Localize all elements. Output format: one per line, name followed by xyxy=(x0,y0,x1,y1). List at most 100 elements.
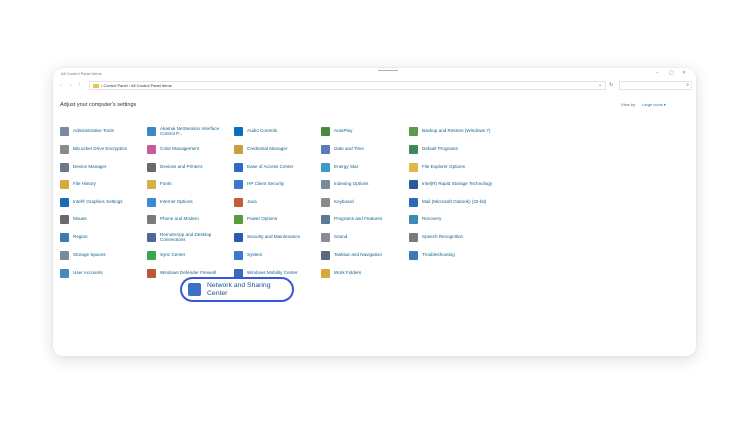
users-icon xyxy=(60,268,69,278)
credential-icon xyxy=(234,144,243,154)
control-panel-item[interactable]: Device Manager xyxy=(60,160,144,174)
search-icon[interactable]: ⌕ xyxy=(686,82,689,89)
close-button[interactable]: ✕ xyxy=(682,70,686,77)
control-panel-item[interactable]: Speech Recognition xyxy=(409,230,493,244)
control-panel-item[interactable]: Color Management xyxy=(147,142,231,156)
control-panel-item[interactable]: System xyxy=(234,248,318,262)
control-panel-item[interactable]: Sync Center xyxy=(147,248,231,262)
control-panel-item[interactable]: Programs and Features xyxy=(321,212,405,226)
item-label: User Accounts xyxy=(73,270,103,276)
view-by-label: View by: xyxy=(621,102,637,107)
control-panel-item[interactable]: BitLocker Drive Encryption xyxy=(60,142,144,156)
control-panel-item[interactable]: Java xyxy=(234,195,318,209)
item-label: File Explorer Options xyxy=(422,164,465,170)
recovery-icon xyxy=(409,214,418,224)
item-label: Administrative Tools xyxy=(73,128,114,134)
default-programs-icon xyxy=(409,144,418,154)
control-panel-item[interactable]: Power Options xyxy=(234,212,318,226)
item-label: Audio Controls xyxy=(247,128,278,134)
control-panel-item[interactable]: RemoteApp and Desktop Connections xyxy=(147,230,231,244)
intel-graphics-icon xyxy=(60,197,69,207)
item-label: Device Manager xyxy=(73,164,107,170)
network-sharing-center-item[interactable]: Network and Sharing Center xyxy=(180,277,294,302)
control-panel-item[interactable]: Mouse xyxy=(60,212,144,226)
control-panel-icon xyxy=(93,83,99,88)
control-panel-item[interactable]: File History xyxy=(60,177,144,191)
address-dropdown-button[interactable]: ⌄ xyxy=(598,81,602,89)
address-toolbar: ← → ↑ › Control Panel › All Control Pane… xyxy=(53,80,696,90)
item-label: Akamai NetSession Interface Control P... xyxy=(160,125,220,136)
control-panel-item[interactable]: Troubleshooting xyxy=(409,248,493,262)
view-by-dropdown[interactable]: Large icons ▾ xyxy=(642,102,666,107)
system-icon xyxy=(234,250,243,260)
firewall-icon xyxy=(147,268,156,278)
tools-icon xyxy=(60,126,69,136)
control-panel-item[interactable]: Backup and Restore (Windows 7) xyxy=(409,124,493,138)
sync-icon xyxy=(147,250,156,260)
control-panel-item[interactable]: Fonts xyxy=(147,177,231,191)
control-panel-item[interactable]: Devices and Printers xyxy=(147,160,231,174)
keyboard-icon xyxy=(321,197,330,207)
control-panel-item[interactable]: Akamai NetSession Interface Control P... xyxy=(147,124,231,138)
clock-icon xyxy=(321,144,330,154)
control-panel-item[interactable]: Ease of Access Center xyxy=(234,160,318,174)
item-label: System xyxy=(247,252,263,258)
microphone-icon xyxy=(409,232,418,242)
control-panel-item[interactable]: Audio Controls xyxy=(234,124,318,138)
control-panel-item[interactable]: Region xyxy=(60,230,144,244)
control-panel-item[interactable]: Taskbar and Navigation xyxy=(321,248,405,262)
troubleshoot-icon xyxy=(409,250,418,260)
control-panel-item[interactable]: Energy Star xyxy=(321,160,405,174)
control-panel-item[interactable]: Recovery xyxy=(409,212,493,226)
item-label: Internet Options xyxy=(160,199,193,205)
window-title: All Control Panel Items xyxy=(61,71,102,76)
control-panel-item[interactable]: Sound xyxy=(321,230,405,244)
item-label: AutoPlay xyxy=(334,128,353,134)
forward-button[interactable]: → xyxy=(68,81,73,89)
sound-icon xyxy=(321,232,330,242)
back-button[interactable]: ← xyxy=(59,81,64,89)
control-panel-item[interactable]: Phone and Modem xyxy=(147,212,231,226)
control-panel-item[interactable]: Indexing Options xyxy=(321,177,405,191)
fonts-icon xyxy=(147,179,156,189)
control-panel-item[interactable]: Security and Maintenance xyxy=(234,230,318,244)
item-label: Troubleshooting xyxy=(422,252,455,258)
hp-icon xyxy=(234,126,243,136)
autoplay-icon xyxy=(321,126,330,136)
control-panel-item[interactable]: Mail (Microsoft Outlook) (32-bit) xyxy=(409,195,493,209)
control-panel-item[interactable]: Default Programs xyxy=(409,142,493,156)
control-panel-item[interactable]: HP Client Security xyxy=(234,177,318,191)
control-panel-item[interactable]: Work Folders xyxy=(321,266,405,280)
control-panel-item[interactable]: User Accounts xyxy=(60,266,144,280)
item-label: File History xyxy=(73,181,96,187)
search-input[interactable]: ⌕ xyxy=(619,81,692,90)
printer-icon xyxy=(147,162,156,172)
address-bar[interactable]: › Control Panel › All Control Panel Item… xyxy=(89,81,606,90)
mail-icon xyxy=(409,197,418,207)
ease-access-icon xyxy=(234,162,243,172)
akamai-icon xyxy=(147,126,156,136)
maximize-button[interactable]: ▢ xyxy=(669,70,674,77)
control-panel-item[interactable]: Date and Time xyxy=(321,142,405,156)
control-panel-item[interactable]: AutoPlay xyxy=(321,124,405,138)
control-panel-item[interactable]: Intel® Graphics Settings xyxy=(60,195,144,209)
item-label: Phone and Modem xyxy=(160,216,199,222)
up-button[interactable]: ↑ xyxy=(78,81,81,89)
control-panel-item[interactable]: File Explorer Options xyxy=(409,160,493,174)
file-history-icon xyxy=(60,179,69,189)
minimize-button[interactable]: − xyxy=(656,70,659,77)
item-label: BitLocker Drive Encryption xyxy=(73,146,128,152)
device-manager-icon xyxy=(60,162,69,172)
item-label: Sync Center xyxy=(160,252,186,258)
item-label: Default Programs xyxy=(422,146,458,152)
control-panel-item[interactable]: Credential Manager xyxy=(234,142,318,156)
control-panel-item[interactable]: Intel(R) Rapid Storage Technology xyxy=(409,177,493,191)
control-panel-item[interactable]: Storage Spaces xyxy=(60,248,144,262)
control-panel-item[interactable]: Internet Options xyxy=(147,195,231,209)
item-label: Work Folders xyxy=(334,270,362,276)
storage-icon xyxy=(60,250,69,260)
control-panel-item[interactable]: Keyboard xyxy=(321,195,405,209)
item-label: Intel(R) Rapid Storage Technology xyxy=(422,181,493,187)
control-panel-item[interactable]: Administrative Tools xyxy=(60,124,144,138)
refresh-button[interactable]: ↻ xyxy=(609,81,613,89)
